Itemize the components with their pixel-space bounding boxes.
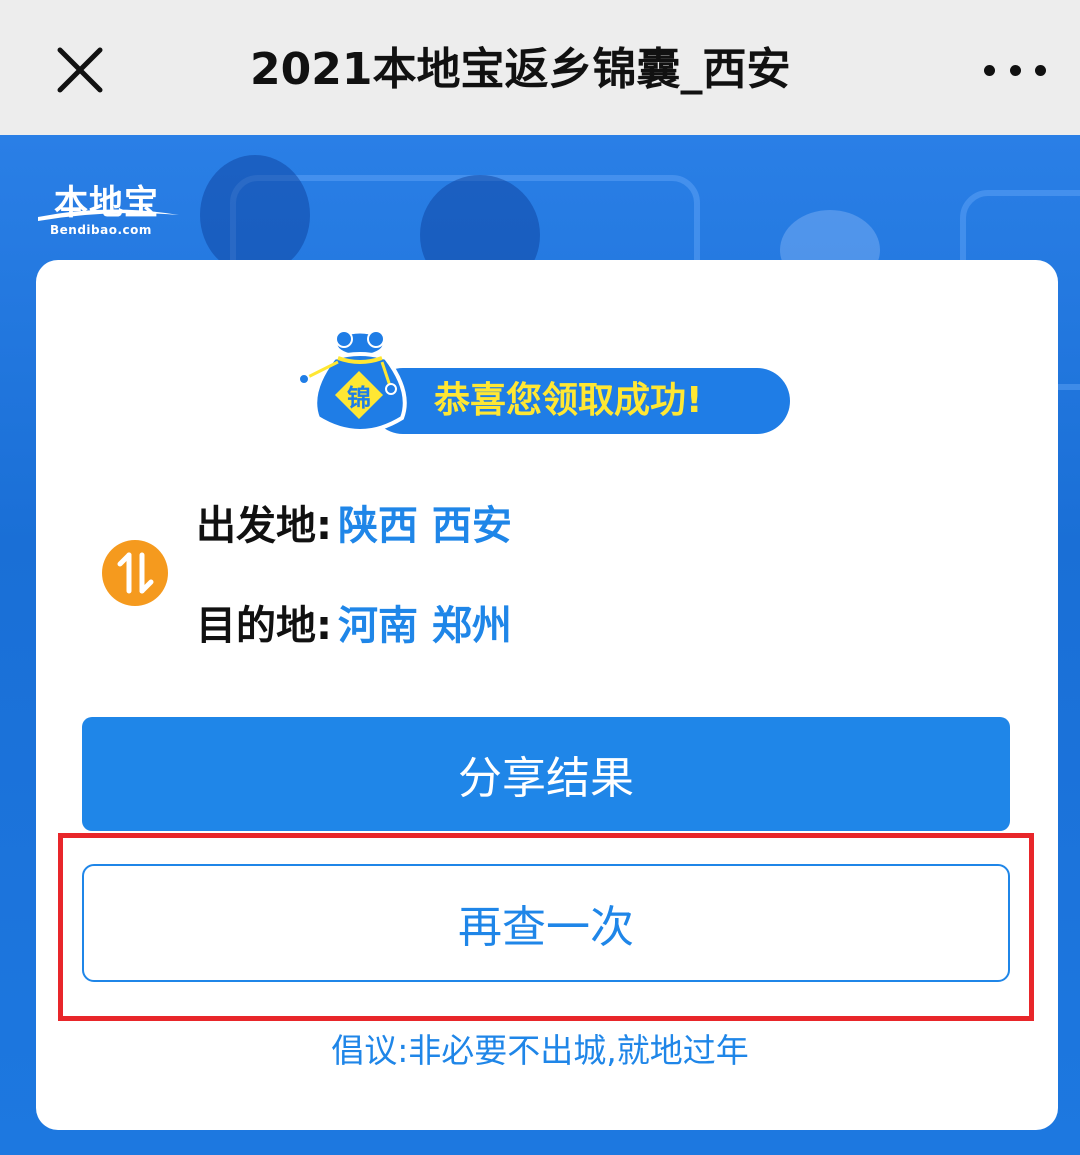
close-icon [57, 47, 103, 93]
success-banner: 锦 恭喜您领取成功! [298, 328, 793, 440]
more-icon-dot [1009, 64, 1021, 76]
swap-arrows-icon[interactable] [102, 540, 168, 606]
more-button[interactable] [980, 48, 1050, 92]
lucky-bag-icon: 锦 [298, 330, 407, 433]
hero-figure [200, 155, 310, 275]
check-again-button[interactable]: 再查一次 [82, 864, 1010, 982]
advice-text: 倡议:非必要不出城,就地过年 [331, 1031, 749, 1070]
more-icon-dot [984, 64, 995, 76]
logo: 本地宝 Bendibao.com [36, 175, 181, 245]
logo-swoosh [38, 209, 179, 221]
page-title: 2021本地宝返乡锦囊_西安 [250, 44, 791, 95]
more-icon-dot [1035, 64, 1046, 76]
destination-label: 目的地: [196, 603, 332, 649]
destination-row: 目的地: 河南 郑州 [196, 594, 512, 650]
logo-domain: Bendibao.com [50, 223, 152, 237]
share-result-button[interactable]: 分享结果 [82, 717, 1010, 831]
title-bar: 2021本地宝返乡锦囊_西安 [0, 0, 1080, 135]
close-button[interactable] [50, 40, 110, 100]
origin-row: 出发地: 陕西 西安 [196, 494, 512, 550]
origin-value: 陕西 西安 [338, 503, 512, 549]
success-text: 恭喜您领取成功! [434, 380, 703, 421]
destination-value: 河南 郑州 [338, 603, 512, 649]
bag-character: 锦 [347, 384, 371, 412]
origin-label: 出发地: [196, 503, 332, 549]
swap-arrows-glyph [117, 552, 154, 594]
title-fade [815, 30, 875, 110]
